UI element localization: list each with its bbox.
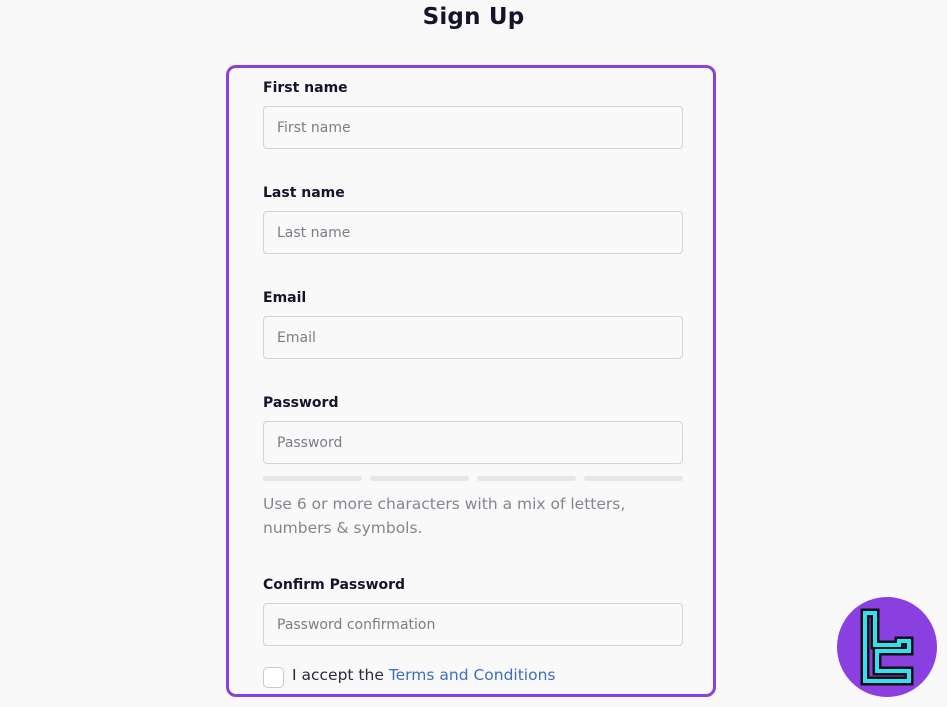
first-name-label: First name xyxy=(263,80,348,96)
terms-prefix: I accept the xyxy=(292,666,384,684)
password-hint: Use 6 or more characters with a mix of l… xyxy=(263,495,626,537)
password-strength-meter xyxy=(263,476,683,481)
email-label: Email xyxy=(263,290,307,306)
password-input[interactable] xyxy=(263,421,683,464)
signup-page: Sign Up First name Last name Email Passw… xyxy=(0,0,947,707)
confirm-password-input[interactable] xyxy=(263,603,683,646)
page-title: Sign Up xyxy=(422,4,525,30)
last-name-label: Last name xyxy=(263,185,345,201)
first-name-input[interactable] xyxy=(263,106,683,149)
strength-segment xyxy=(584,476,683,481)
last-name-input[interactable] xyxy=(263,211,683,254)
strength-segment xyxy=(370,476,469,481)
terms-checkbox[interactable] xyxy=(263,667,284,688)
strength-segment xyxy=(263,476,362,481)
password-label: Password xyxy=(263,395,339,411)
strength-segment xyxy=(477,476,576,481)
terms-text: I accept the Terms and Conditions xyxy=(292,666,556,684)
terms-link[interactable]: Terms and Conditions xyxy=(389,666,556,684)
confirm-password-label: Confirm Password xyxy=(263,577,406,593)
email-input[interactable] xyxy=(263,316,683,359)
brand-logo-icon xyxy=(837,597,937,697)
